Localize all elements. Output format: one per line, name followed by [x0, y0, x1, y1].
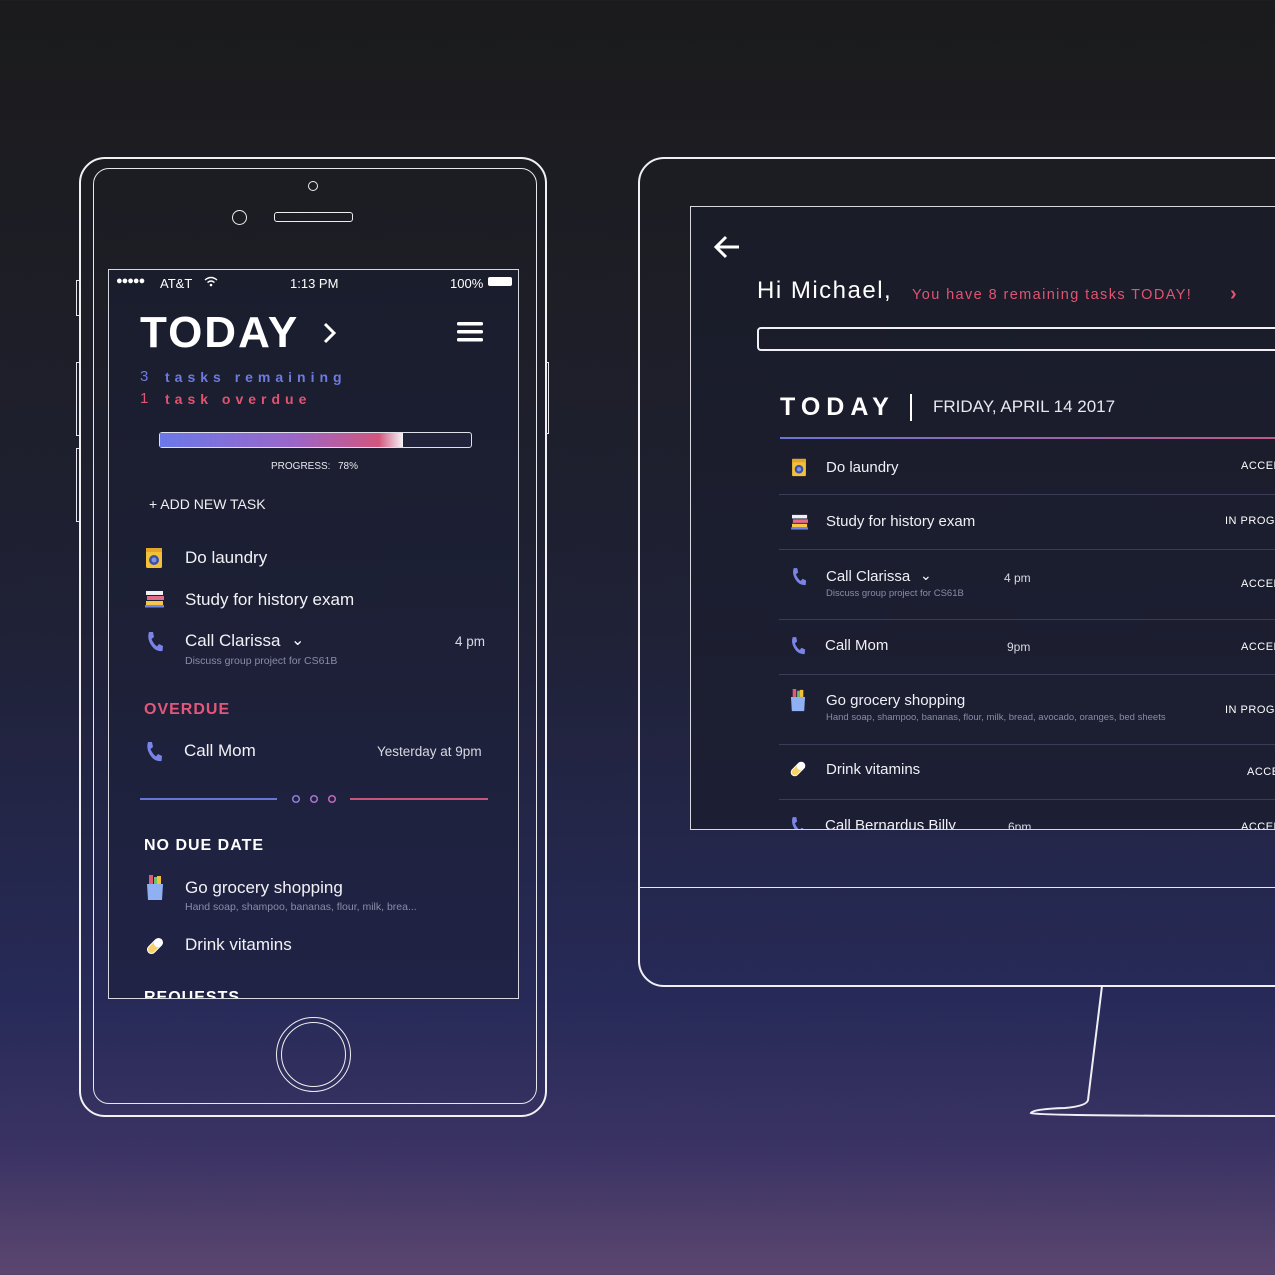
- task-time: 4 pm: [1004, 571, 1031, 585]
- heading-separator: [910, 394, 912, 421]
- overdue-heading: OVERDUE: [144, 701, 231, 718]
- laundry-icon: [146, 548, 162, 568]
- chevron-down-icon[interactable]: ⌄: [920, 567, 932, 584]
- task-title: Go grocery shopping: [185, 878, 343, 897]
- books-icon: [791, 514, 808, 530]
- task-title: Call Mom: [825, 637, 889, 654]
- battery-label: 100%: [450, 276, 484, 291]
- phone-volume-down: [76, 448, 79, 522]
- task-title: Call Clarissa: [185, 631, 281, 650]
- chevron-down-icon[interactable]: ⌄: [291, 630, 304, 650]
- remaining-count: 3: [140, 368, 154, 385]
- status-badge[interactable]: IN PROGR: [1225, 515, 1275, 527]
- monitor-screen: Hi Michael, You have 8 remaining tasks T…: [690, 206, 1275, 830]
- progress-bar: [159, 432, 472, 448]
- task-title: Do laundry: [826, 459, 899, 476]
- add-new-task-button[interactable]: + ADD NEW TASK: [149, 496, 266, 512]
- status-time: 1:13 PM: [290, 276, 339, 291]
- status-badge[interactable]: ACCEPT: [1241, 641, 1275, 653]
- phone-icon: [792, 817, 805, 829]
- greeting: Hi Michael,: [757, 277, 893, 304]
- phone-volume-up: [76, 362, 79, 436]
- chevron-right-icon[interactable]: [323, 322, 337, 344]
- pill-icon: [790, 761, 806, 777]
- task-title: Call Clarissa: [826, 568, 911, 585]
- task-title: Call Mom: [184, 741, 256, 760]
- monitor-stand: [1029, 985, 1275, 1117]
- status-badge[interactable]: ACCE: [1247, 766, 1275, 778]
- today-heading: TODAY: [780, 393, 895, 421]
- task-subtitle: Discuss group project for CS61B: [185, 655, 338, 667]
- phone-icon: [148, 632, 163, 652]
- phone-speaker: [274, 212, 353, 222]
- task-subtitle: Hand soap, shampoo, bananas, flour, milk…: [826, 712, 1166, 723]
- notice-chevron-icon[interactable]: ›: [1230, 283, 1237, 306]
- task-time: 4 pm: [455, 634, 486, 649]
- remaining-label: tasks remaining: [165, 369, 347, 385]
- status-badge[interactable]: IN PROGR: [1225, 704, 1275, 716]
- requests-heading: REQUESTS: [144, 989, 241, 999]
- task-title: Study for history exam: [185, 590, 355, 609]
- task-title: Drink vitamins: [826, 761, 921, 778]
- task-time: Yesterday at 9pm: [377, 744, 482, 759]
- task-title: Drink vitamins: [185, 935, 292, 954]
- no-due-date-heading: NO DUE DATE: [144, 837, 265, 854]
- phone-screen: ●●●●● AT&T 1:13 PM 100% TODAY 3 tasks re…: [108, 269, 519, 999]
- divider-left: [140, 798, 277, 800]
- grocery-bag-icon: [790, 689, 806, 712]
- progress-label: PROGRESS:: [271, 461, 331, 472]
- status-badge[interactable]: ACCEPT: [1241, 821, 1275, 829]
- task-time: 6pm: [1008, 820, 1032, 830]
- divider-right: [350, 798, 488, 800]
- phone-icon: [147, 742, 162, 762]
- phone-icon: [792, 637, 806, 655]
- phone-mute-switch: [76, 280, 79, 316]
- task-title: Go grocery shopping: [826, 692, 966, 709]
- grocery-bag-icon: [147, 875, 163, 900]
- status-badge[interactable]: ACCEPT: [1241, 460, 1275, 472]
- home-button-ring: [281, 1022, 346, 1087]
- carrier-label: AT&T: [160, 276, 193, 291]
- phone-power-button: [546, 362, 549, 434]
- books-icon: [145, 591, 164, 608]
- status-badge[interactable]: ACCEPT: [1241, 578, 1275, 590]
- wifi-icon: [204, 276, 218, 287]
- task-subtitle: Hand soap, shampoo, bananas, flour, milk…: [185, 901, 417, 913]
- task-title: Do laundry: [185, 548, 268, 567]
- page-title: TODAY: [140, 308, 300, 357]
- monitor-chin-divider: [639, 887, 1275, 888]
- progress-bar: [757, 327, 1275, 351]
- phone-sensor: [232, 210, 247, 225]
- remaining-notice: You have 8 remaining tasks TODAY!: [912, 287, 1193, 303]
- laundry-icon: [792, 458, 806, 477]
- task-subtitle: Discuss group project for CS61B: [826, 588, 964, 599]
- back-arrow-icon[interactable]: [713, 235, 741, 259]
- more-dots-icon[interactable]: [291, 794, 339, 804]
- heading-underline: [780, 437, 1275, 439]
- overdue-count: 1: [140, 390, 154, 407]
- date-label: FRIDAY, APRIL 14 2017: [933, 397, 1116, 416]
- progress-value: 78%: [338, 461, 359, 472]
- task-title: Call Bernardus Billy: [825, 817, 956, 830]
- pill-icon: [146, 937, 164, 955]
- battery-icon: [488, 277, 512, 286]
- phone-camera: [308, 181, 318, 191]
- task-title: Study for history exam: [826, 513, 976, 530]
- phone-icon: [793, 568, 807, 586]
- overdue-label: task overdue: [165, 391, 312, 407]
- hamburger-menu-icon[interactable]: [457, 322, 483, 342]
- signal-icon: ●●●●●: [116, 275, 145, 287]
- progress-fill: [160, 433, 403, 447]
- task-time: 9pm: [1007, 640, 1031, 654]
